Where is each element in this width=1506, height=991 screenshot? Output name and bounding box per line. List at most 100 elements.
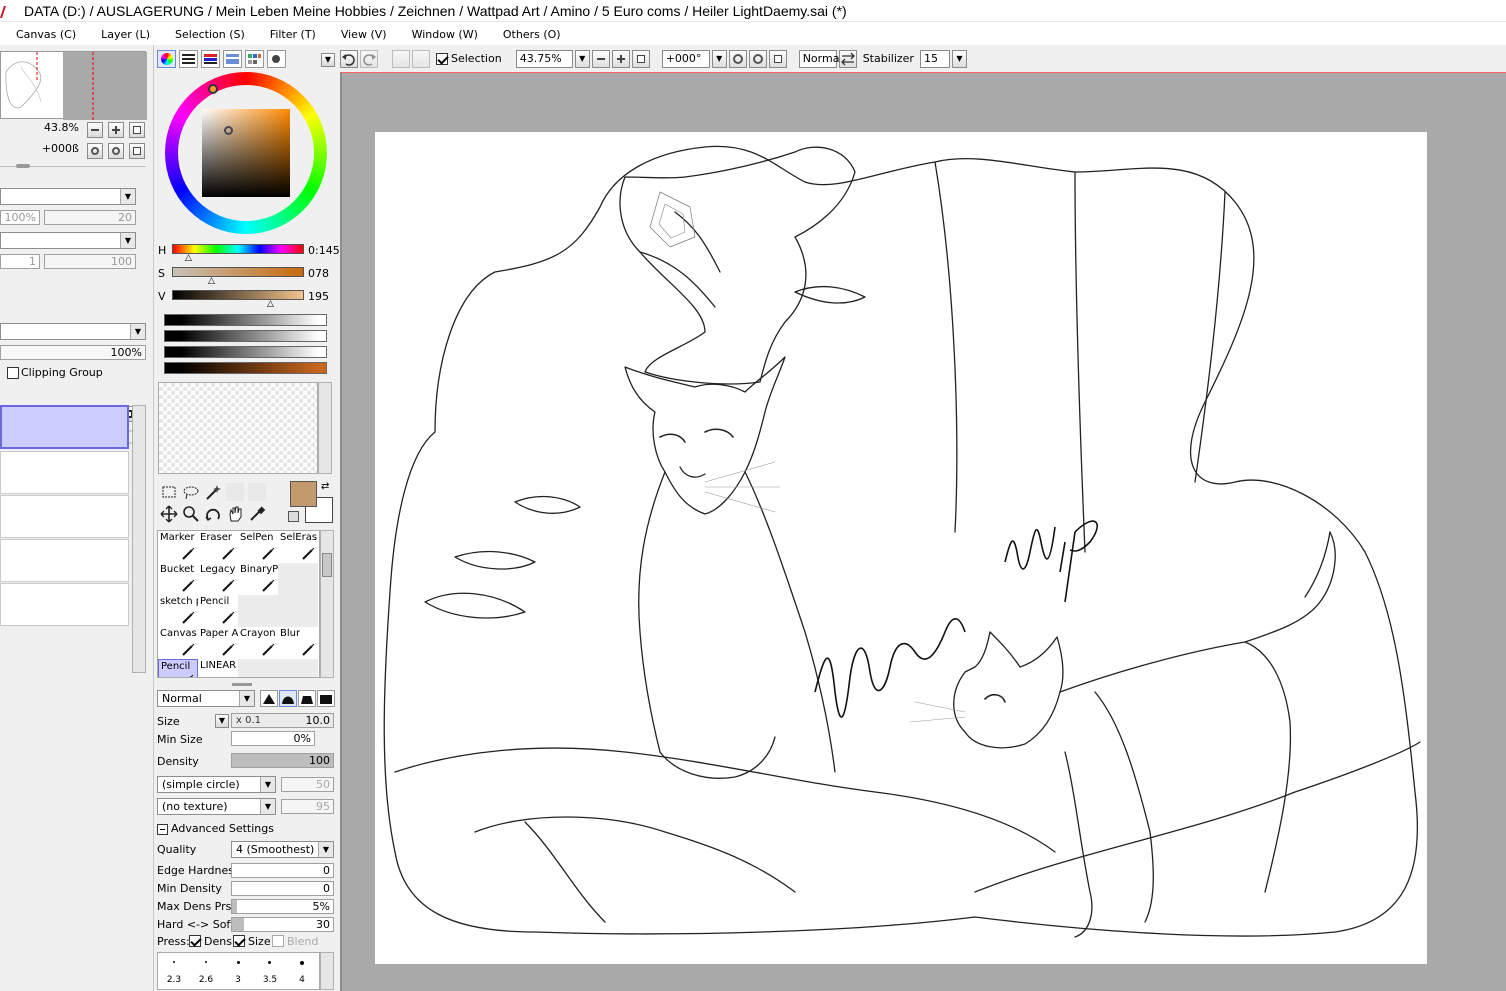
layer-blend-dropdown[interactable]: ▼ [0, 188, 136, 205]
collapse-advanced-icon[interactable] [157, 824, 168, 835]
stabilizer-field[interactable]: 15 [919, 49, 950, 68]
tool-slot[interactable]: Crayon [238, 627, 278, 659]
toolbar-rotate-right-button[interactable] [748, 49, 767, 68]
layer-row[interactable] [0, 583, 129, 626]
color-sv-square[interactable] [202, 109, 290, 197]
angle-dropdown-button[interactable]: ▼ [711, 49, 727, 68]
min-size-field[interactable]: 0% [231, 731, 315, 746]
layer-field-small[interactable]: 1 [0, 254, 40, 269]
layer-field-large[interactable]: 100 [44, 254, 136, 269]
toolbar-rotate-reset-button[interactable] [768, 49, 787, 68]
layer-opacity-slider[interactable]: 100% [0, 345, 146, 360]
reset-colors-icon[interactable] [288, 511, 299, 522]
menu-filter[interactable]: Filter (T) [254, 28, 325, 41]
invert-selection-button[interactable] [412, 49, 430, 68]
navigator-slider[interactable] [0, 163, 146, 169]
brush-texture-value[interactable]: 95 [281, 799, 334, 814]
sv-picker-marker[interactable] [224, 126, 233, 135]
tool-slot[interactable]: BinaryPe [238, 563, 278, 595]
color-wheel[interactable] [165, 72, 327, 234]
tool-slot[interactable]: Pencil [158, 659, 198, 677]
deselect-button[interactable] [392, 49, 410, 68]
size-preset[interactable]: 2.3 [158, 953, 190, 991]
tool-slot[interactable]: Marker [158, 531, 198, 563]
angle-field[interactable]: +000° [661, 49, 710, 68]
menu-layer[interactable]: Layer (L) [85, 28, 159, 41]
hsv-slider-tab[interactable] [201, 50, 220, 68]
layer-blending-dropdown[interactable]: ▼ [0, 323, 146, 340]
menu-others[interactable]: Others (O) [487, 28, 570, 41]
selection-checkbox[interactable] [436, 52, 448, 65]
rotate-right-button[interactable] [108, 143, 124, 159]
rotate-left-button[interactable] [87, 143, 103, 159]
size-preset[interactable]: 3.5 [254, 953, 286, 991]
eyedropper-icon[interactable] [248, 505, 266, 523]
size-preset[interactable]: 3 [222, 953, 254, 991]
layer-opacity-field[interactable]: 100% [0, 210, 40, 225]
flip-horizontal-button[interactable] [838, 49, 857, 68]
canvas-paper[interactable]: WIP Mandalee [375, 132, 1427, 964]
press-blend-checkbox[interactable] [272, 935, 284, 947]
min-density-field[interactable]: 0 [231, 881, 334, 896]
zoom-field[interactable]: 43.75% [515, 49, 573, 68]
tool-slot[interactable]: Paper Acryl [198, 627, 238, 659]
redo-button[interactable] [360, 49, 378, 68]
tool-slot[interactable]: sketch pe [158, 595, 198, 627]
layer-scrollbar[interactable] [132, 405, 146, 673]
tool-slot[interactable]: Canvas Acryl [158, 627, 198, 659]
density-slider[interactable]: 100 [231, 753, 334, 768]
lasso-icon[interactable] [182, 483, 200, 501]
hand-icon[interactable] [226, 505, 244, 523]
undo-button[interactable] [340, 49, 358, 68]
zoom-in-button[interactable] [108, 122, 124, 138]
rotate-reset-button[interactable] [129, 143, 145, 159]
layer-row[interactable] [0, 495, 129, 538]
scratch-pad-scrollbar[interactable] [318, 382, 332, 474]
brush-shape-value[interactable]: 50 [281, 777, 334, 792]
layer-row[interactable] [0, 539, 129, 582]
zoom-reset-button[interactable] [129, 122, 145, 138]
tool-slot[interactable]: Pencil [198, 595, 238, 627]
scratch-pad[interactable] [158, 382, 318, 474]
press-size-checkbox[interactable] [233, 935, 245, 947]
presets-scrollbar[interactable] [320, 952, 334, 990]
tool-slot[interactable]: Bucket [158, 563, 198, 595]
tool-slot[interactable] [278, 595, 318, 627]
swatch-tab[interactable] [223, 50, 242, 68]
layer-mode-dropdown[interactable]: ▼ [0, 232, 136, 249]
color-wheel-tab[interactable] [157, 50, 176, 68]
toolbar-zoom-reset-button[interactable] [631, 49, 650, 68]
saturation-slider[interactable] [172, 267, 304, 277]
tool-slot[interactable]: SelEras [278, 531, 318, 563]
hue-picker-marker[interactable] [208, 84, 218, 94]
palette-tab[interactable] [245, 50, 264, 68]
rgb-slider-tab[interactable] [179, 50, 198, 68]
tool-grid-scrollbar[interactable] [320, 530, 334, 678]
view-mode-field[interactable]: Normal [798, 49, 843, 68]
panel-splitter[interactable] [232, 683, 252, 686]
rotate-icon[interactable] [204, 505, 222, 523]
menu-selection[interactable]: Selection (S) [159, 28, 254, 41]
layer-row[interactable] [0, 451, 129, 494]
size-preset[interactable]: 2.6 [190, 953, 222, 991]
foreground-color-swatch[interactable] [290, 481, 317, 507]
stabilizer-dropdown-button[interactable]: ▼ [951, 49, 967, 68]
brush-texture-dropdown[interactable]: (no texture) ▼ [157, 798, 276, 815]
gradient-bar[interactable] [164, 362, 327, 374]
tip-square-icon[interactable] [317, 690, 335, 707]
tip-soft-icon[interactable] [279, 690, 297, 707]
marquee-icon[interactable] [160, 483, 178, 501]
tool-slot[interactable]: Legacy Pen [198, 563, 238, 595]
tip-flat-icon[interactable] [298, 690, 316, 707]
value-slider[interactable] [172, 290, 304, 300]
toolbar-rotate-left-button[interactable] [728, 49, 747, 68]
tip-hard-icon[interactable] [260, 690, 278, 707]
brush-shape-dropdown[interactable]: (simple circle) ▼ [157, 776, 276, 793]
tool-slot[interactable]: SelPen [238, 531, 278, 563]
tool-slot[interactable]: Eraser [198, 531, 238, 563]
menu-window[interactable]: Window (W) [396, 28, 487, 41]
gradient-bar[interactable] [164, 330, 327, 342]
brush-blend-dropdown[interactable]: Normal ▼ [157, 690, 255, 707]
tool-slot[interactable]: LINEAR [198, 659, 238, 677]
tool-slot[interactable] [238, 595, 278, 627]
